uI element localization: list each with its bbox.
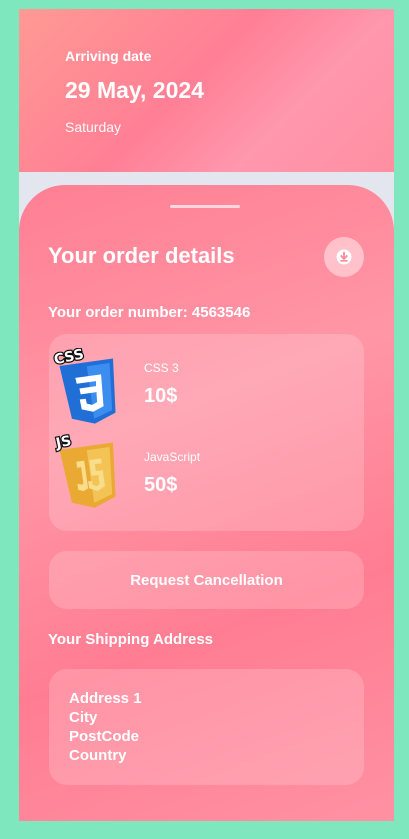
city-line: City: [69, 709, 98, 726]
order-items-card: CSS CSS 3 10$ JS JavaScript 50$: [49, 334, 364, 531]
list-item[interactable]: CSS CSS 3 10$: [49, 348, 364, 436]
svg-text:JS: JS: [54, 433, 73, 452]
item-price: 10$: [144, 385, 178, 407]
drag-handle[interactable]: [170, 205, 240, 208]
item-price: 50$: [144, 474, 178, 496]
shipping-address-card: Address 1 City PostCode Country: [49, 669, 364, 785]
arriving-day: Saturday: [65, 119, 122, 135]
arrival-date-header: Arriving date 29 May, 2024 Saturday: [19, 9, 394, 172]
order-details-title: Your order details: [48, 243, 235, 268]
list-item[interactable]: JS JavaScript 50$: [49, 432, 364, 520]
item-name: JavaScript: [144, 450, 201, 464]
download-button[interactable]: [324, 237, 364, 277]
javascript-logo-icon: JS: [52, 432, 116, 508]
arriving-date-label: Arriving date: [65, 48, 152, 64]
phone-screen: Arriving date 29 May, 2024 Saturday Your…: [19, 9, 394, 821]
order-details-sheet: Your order details Your order number: 45…: [19, 185, 394, 821]
order-number: Your order number: 4563546: [48, 304, 251, 321]
item-name: CSS 3: [144, 361, 179, 375]
shipping-address-title: Your Shipping Address: [48, 631, 214, 648]
country-line: Country: [69, 747, 127, 764]
postcode-line: PostCode: [69, 728, 140, 745]
download-icon: [336, 249, 352, 265]
css3-logo-icon: CSS: [51, 348, 116, 424]
arriving-date-value: 29 May, 2024: [65, 77, 204, 103]
request-cancellation-button[interactable]: Request Cancellation: [49, 551, 364, 609]
address-line: Address 1: [69, 690, 142, 707]
